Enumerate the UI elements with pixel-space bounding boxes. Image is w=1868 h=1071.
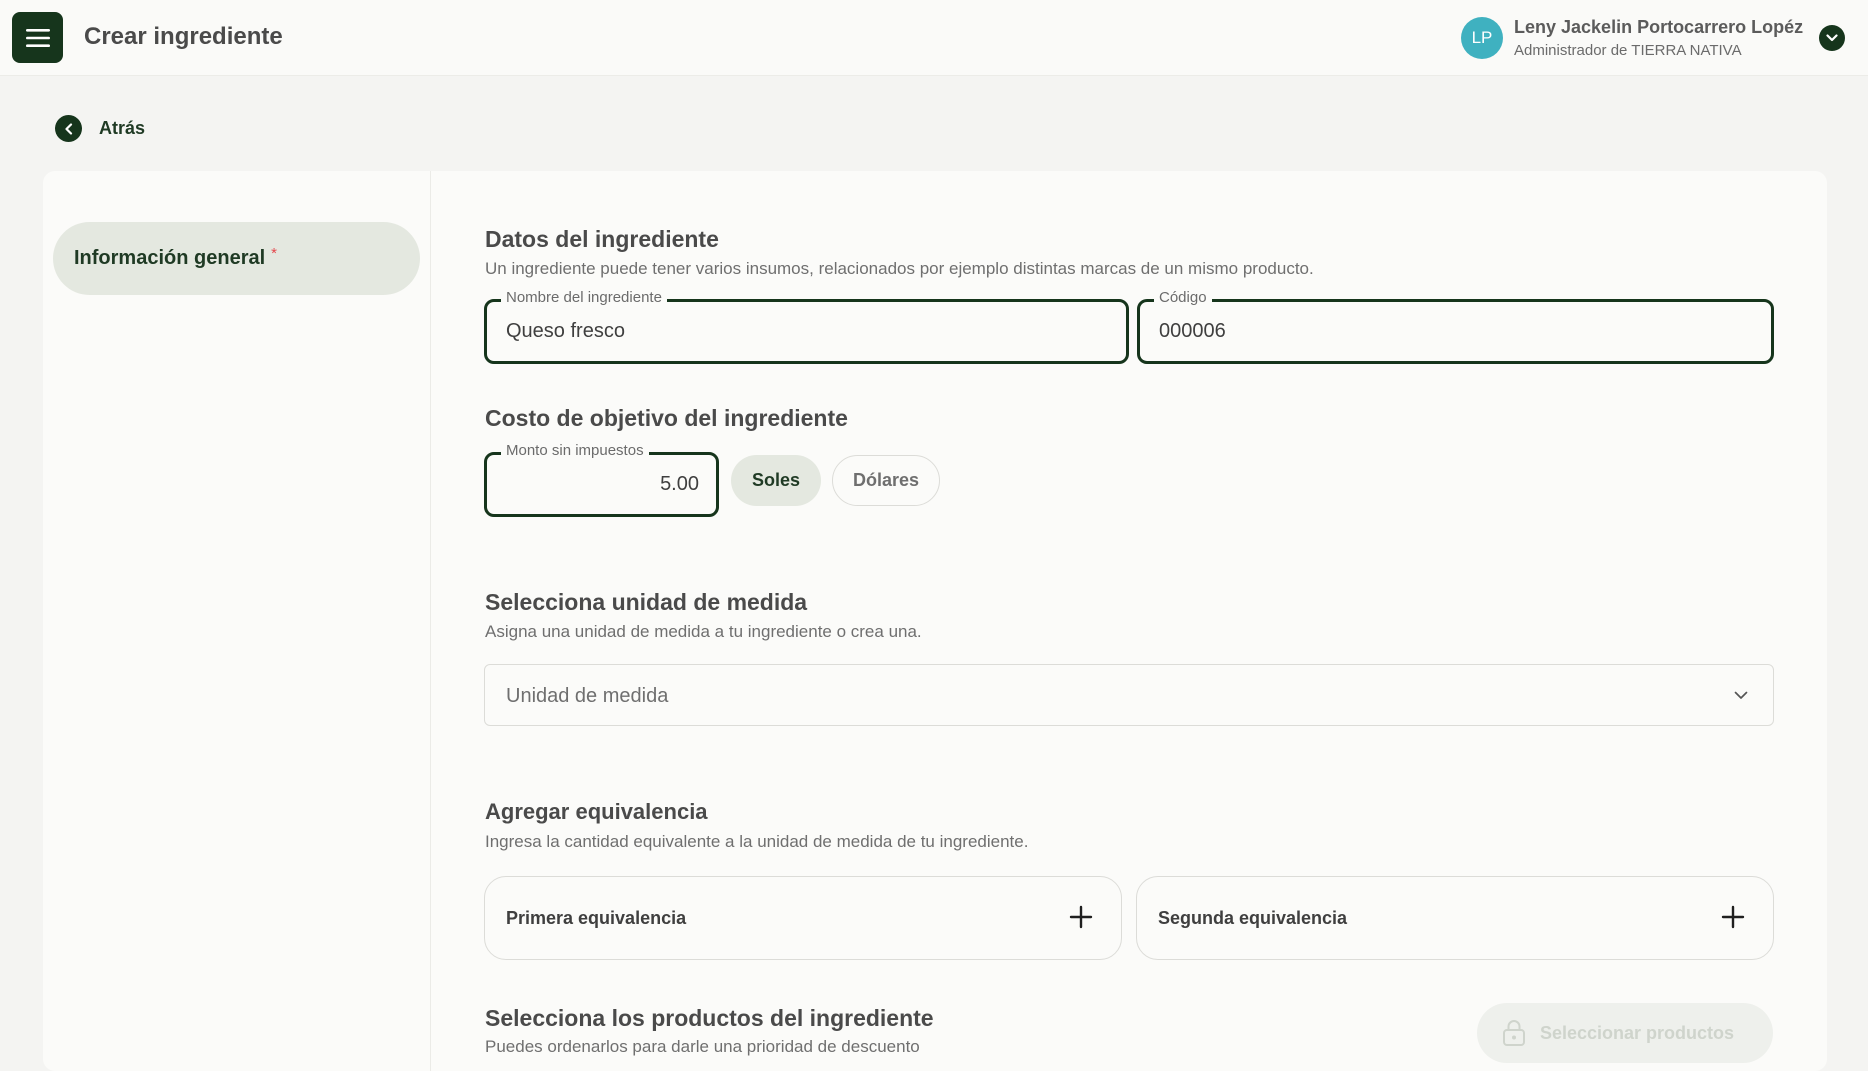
user-name: Leny Jackelin Portocarrero Lopéz xyxy=(1514,17,1804,37)
amount-label: Monto sin impuestos xyxy=(501,442,649,459)
select-products-button[interactable]: Seleccionar productos xyxy=(1477,1003,1773,1063)
chevron-left-icon xyxy=(65,122,73,135)
page-title: Crear ingrediente xyxy=(84,23,283,50)
first-equivalence-box[interactable]: Primera equivalencia xyxy=(484,876,1122,960)
plus-icon[interactable] xyxy=(1721,905,1745,929)
lock-icon xyxy=(1503,1020,1525,1046)
menu-button[interactable] xyxy=(12,12,63,63)
user-menu-toggle[interactable] xyxy=(1819,25,1845,51)
section-description-equivalence: Ingresa la cantidad equivalente a la uni… xyxy=(485,832,1029,851)
second-equivalence-label: Segunda equivalencia xyxy=(1158,908,1348,928)
chevron-down-icon xyxy=(1734,691,1748,699)
avatar[interactable]: LP xyxy=(1461,17,1503,59)
section-description-ingredient-data: Un ingrediente puede tener varios insumo… xyxy=(485,259,1314,278)
section-title-equivalence: Agregar equivalencia xyxy=(485,799,708,824)
unit-select[interactable]: Unidad de medida xyxy=(484,664,1774,726)
section-title-unit: Selecciona unidad de medida xyxy=(485,589,808,615)
back-label: Atrás xyxy=(99,118,146,138)
chevron-down-icon xyxy=(1826,34,1838,42)
back-link[interactable]: Atrás xyxy=(55,115,145,142)
ingredient-code-label: Código xyxy=(1154,289,1212,306)
amount-value: 5.00 xyxy=(660,473,699,495)
section-description-unit: Asigna una unidad de medida a tu ingredi… xyxy=(485,622,922,641)
user-role: Administrador de TIERRA NATIVA xyxy=(1514,42,1742,59)
plus-icon[interactable] xyxy=(1069,905,1093,929)
ingredient-name-field[interactable]: Nombre del ingrediente Queso fresco xyxy=(484,289,1129,364)
currency-soles-button[interactable]: Soles xyxy=(731,455,821,506)
top-bar: Crear ingrediente LP Leny Jackelin Porto… xyxy=(0,0,1868,76)
amount-field[interactable]: Monto sin impuestos 5.00 xyxy=(484,442,719,517)
unit-select-placeholder: Unidad de medida xyxy=(506,685,669,707)
sidebar-item-informacion-general[interactable]: Información general * xyxy=(53,222,420,295)
second-equivalence-box[interactable]: Segunda equivalencia xyxy=(1136,876,1774,960)
ingredient-name-label: Nombre del ingrediente xyxy=(501,289,667,306)
select-products-label: Seleccionar productos xyxy=(1540,1022,1735,1043)
ingredient-code-field[interactable]: Código 000006 xyxy=(1137,289,1774,364)
section-title-products: Selecciona los productos del ingrediente xyxy=(485,1005,934,1031)
sidebar-item-label: Información general xyxy=(74,247,266,269)
section-description-products: Puedes ordenarlos para darle una priorid… xyxy=(485,1037,920,1056)
section-title-target-cost: Costo de objetivo del ingrediente xyxy=(485,405,848,431)
currency-dolares-button[interactable]: Dólares xyxy=(832,455,940,506)
card-divider xyxy=(430,171,431,1071)
ingredient-name-value: Queso fresco xyxy=(506,320,625,342)
ingredient-code-value: 000006 xyxy=(1159,320,1226,342)
section-title-ingredient-data: Datos del ingrediente xyxy=(485,226,719,252)
hamburger-menu-icon xyxy=(25,28,50,47)
first-equivalence-label: Primera equivalencia xyxy=(506,908,687,928)
back-icon-circle xyxy=(55,115,82,142)
required-mark: * xyxy=(271,245,277,262)
